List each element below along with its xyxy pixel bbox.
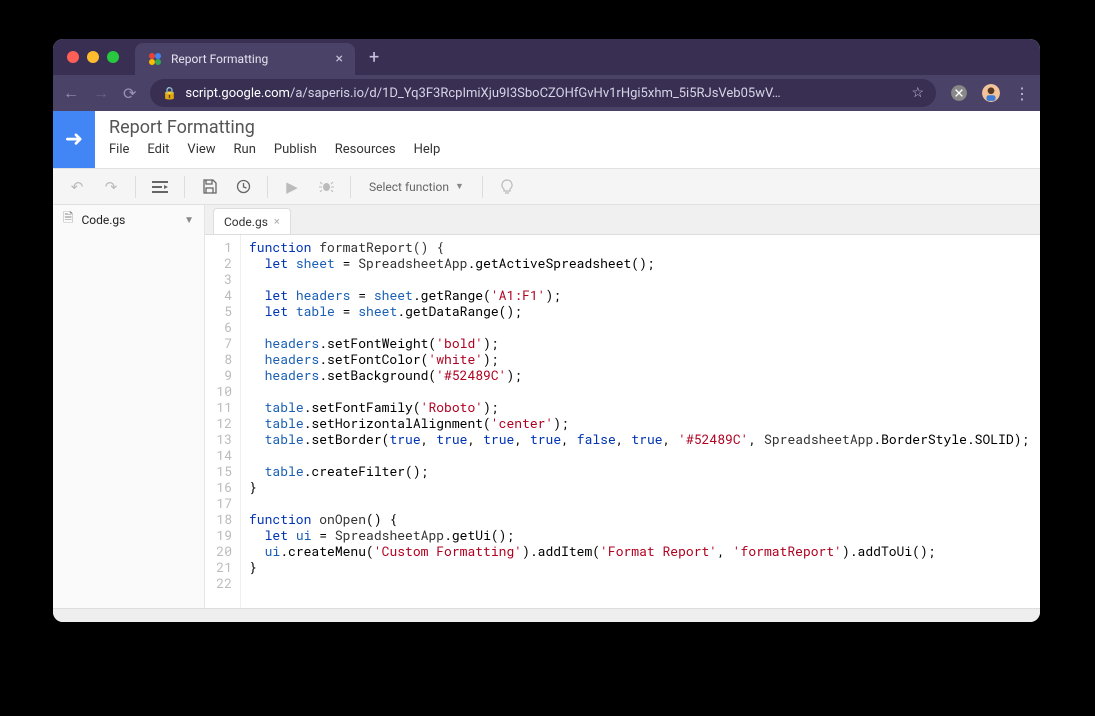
omnibox[interactable]: 🔒 script.google.com/a/saperis.io/d/1D_Yq… [150,79,936,107]
menu-help[interactable]: Help [414,142,441,157]
toolbar: ↶ ↷ ▶ Select function ▼ [53,169,1040,205]
separator [135,176,136,198]
line-gutter: 12345678910111213141516171819202122 [205,235,241,608]
caret-down-icon[interactable]: ▼ [184,215,194,226]
forward-button[interactable]: → [93,83,109,103]
file-icon: 🗎 [63,209,73,231]
menu-view[interactable]: View [187,142,215,157]
back-button[interactable]: ← [63,83,79,103]
redo-button[interactable]: ↷ [97,173,125,201]
code-editor[interactable]: 12345678910111213141516171819202122 func… [205,235,1040,608]
status-footer [53,608,1040,622]
file-sidebar: 🗎 Code.gs ▼ [53,205,205,608]
separator [350,176,351,198]
close-tab-icon[interactable]: × [336,51,343,67]
menu-resources[interactable]: Resources [335,142,396,157]
editor-tab[interactable]: Code.gs × [213,208,291,234]
menu-file[interactable]: File [109,142,129,157]
profile-avatar[interactable] [982,84,1000,102]
tab-strip: Report Formatting × + [53,39,1040,75]
close-window-button[interactable] [67,51,79,63]
tab-title: Report Formatting [171,52,328,66]
sidebar-file-item[interactable]: 🗎 Code.gs ▼ [53,205,204,235]
clock-button[interactable] [229,173,257,201]
select-function-dropdown[interactable]: Select function ▼ [361,180,472,194]
indent-button[interactable] [146,173,174,201]
browser-tab[interactable]: Report Formatting × [135,43,355,75]
bookmark-star-icon[interactable]: ☆ [911,85,924,101]
code-content[interactable]: function formatReport() { let sheet = Sp… [241,235,1037,608]
editor-tab-strip: Code.gs × [205,205,1040,235]
caret-down-icon: ▼ [455,181,464,192]
arrow-right-icon: ➜ [65,127,83,152]
close-editor-tab-icon[interactable]: × [274,215,280,228]
url-text: script.google.com/a/saperis.io/d/1D_Yq3F… [185,86,903,101]
menu-run[interactable]: Run [234,142,256,157]
debug-button[interactable] [312,173,340,201]
project-title[interactable]: Report Formatting [109,117,440,138]
separator [482,176,483,198]
menu-bar: File Edit View Run Publish Resources Hel… [109,142,440,157]
extension-icon[interactable] [950,84,968,102]
separator [184,176,185,198]
deploy-icon[interactable]: ➜ [53,111,95,168]
lock-icon: 🔒 [162,86,177,100]
menu-publish[interactable]: Publish [274,142,317,157]
chrome-menu-button[interactable]: ⋮ [1014,84,1030,103]
app-body: 🗎 Code.gs ▼ Code.gs × 123456789101112131… [53,205,1040,608]
minimize-window-button[interactable] [87,51,99,63]
reload-button[interactable]: ⟳ [123,84,136,103]
new-tab-button[interactable]: + [369,47,379,68]
window-controls [67,51,119,63]
run-button[interactable]: ▶ [278,173,306,201]
undo-button[interactable]: ↶ [63,173,91,201]
lightbulb-button[interactable] [493,173,521,201]
browser-chrome: Report Formatting × + ← → ⟳ 🔒 script.goo… [53,39,1040,111]
app-header: ➜ Report Formatting File Edit View Run P… [53,111,1040,169]
menu-edit[interactable]: Edit [147,142,169,157]
address-bar: ← → ⟳ 🔒 script.google.com/a/saperis.io/d… [53,75,1040,111]
save-button[interactable] [195,173,223,201]
select-function-label: Select function [369,180,449,194]
apps-script-favicon [147,51,163,67]
maximize-window-button[interactable] [107,51,119,63]
editor-area: Code.gs × 123456789101112131415161718192… [205,205,1040,608]
separator [267,176,268,198]
browser-window: Report Formatting × + ← → ⟳ 🔒 script.goo… [53,39,1040,622]
sidebar-filename: Code.gs [81,213,125,227]
editor-tab-label: Code.gs [224,215,268,229]
